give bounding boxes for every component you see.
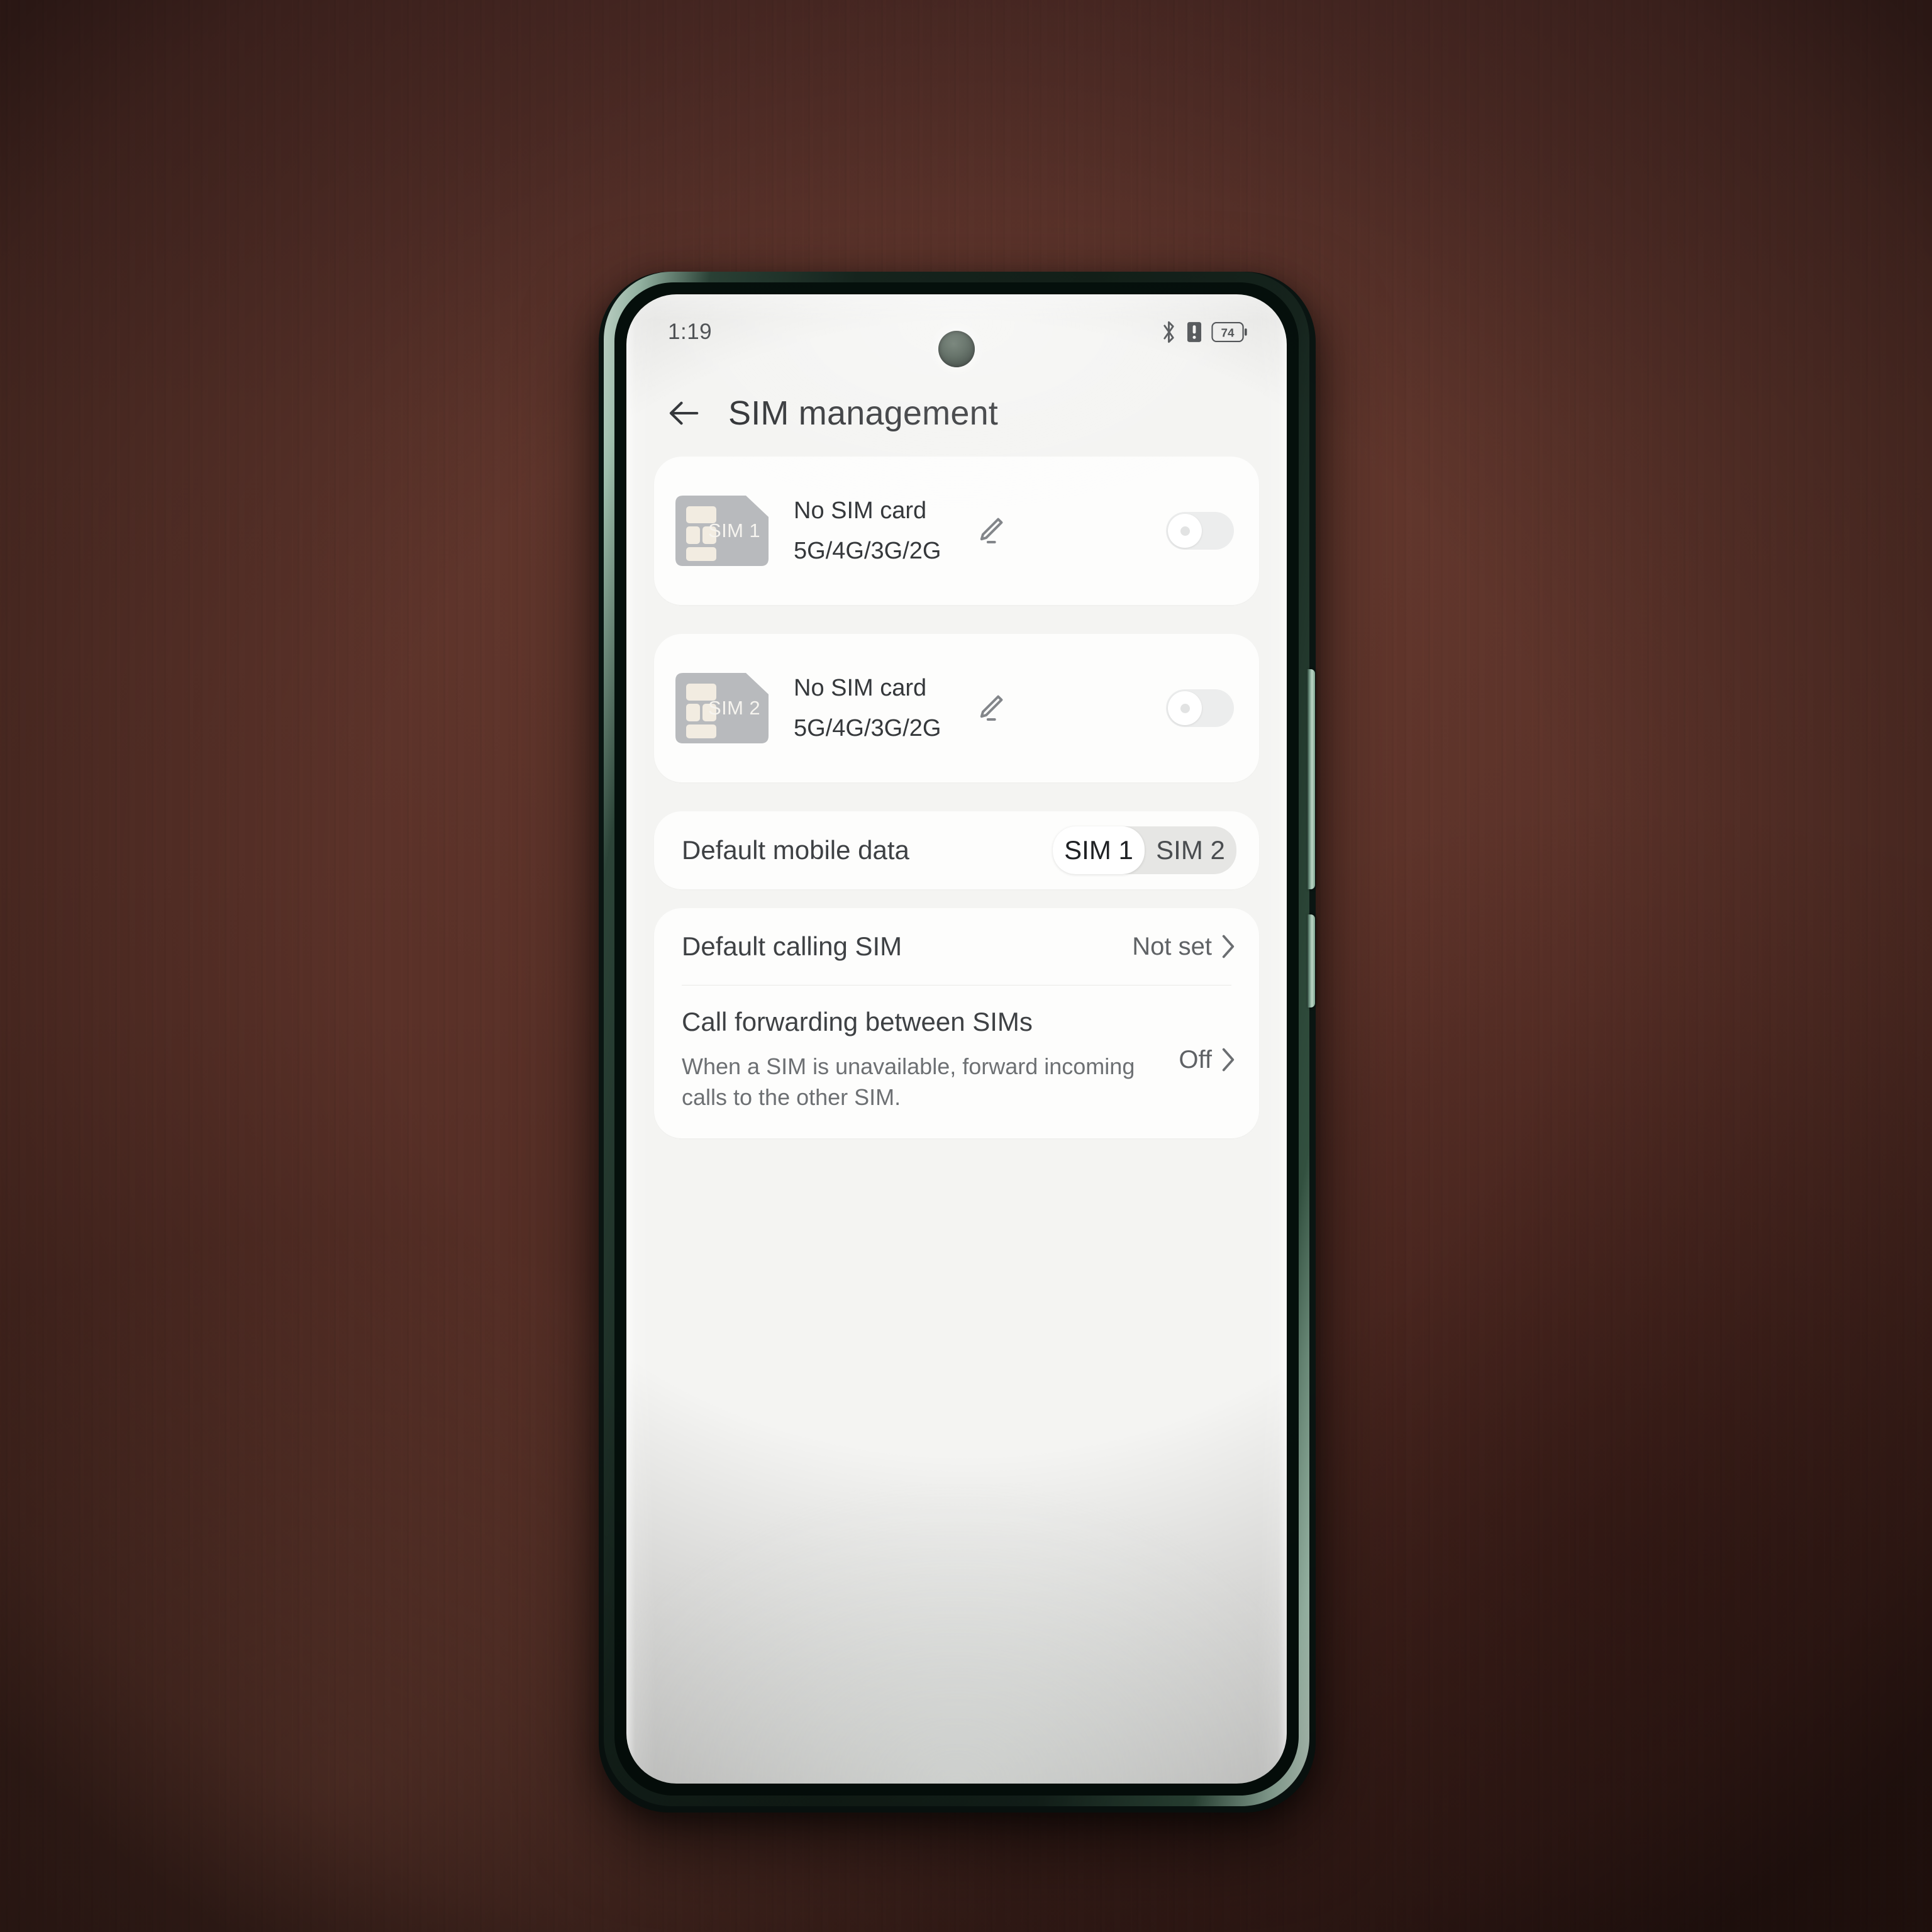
battery-icon: 74: [1211, 322, 1247, 342]
status-bar-clock: 1:19: [668, 319, 713, 344]
front-camera-punch-hole: [938, 331, 975, 367]
sim-signal-icon: [1187, 322, 1202, 342]
photo-vignette: [0, 0, 1932, 1932]
arrow-left-icon[interactable]: [665, 395, 702, 431]
segment-sim-2[interactable]: SIM 2: [1145, 826, 1236, 874]
battery-level-text: 74: [1221, 326, 1235, 340]
segment-sim-1[interactable]: SIM 1: [1053, 826, 1145, 874]
bluetooth-icon: [1163, 321, 1174, 343]
app-bar: SIM management: [626, 370, 1287, 457]
status-bar-icons: 74: [1160, 320, 1248, 344]
page-title: SIM management: [728, 394, 998, 432]
